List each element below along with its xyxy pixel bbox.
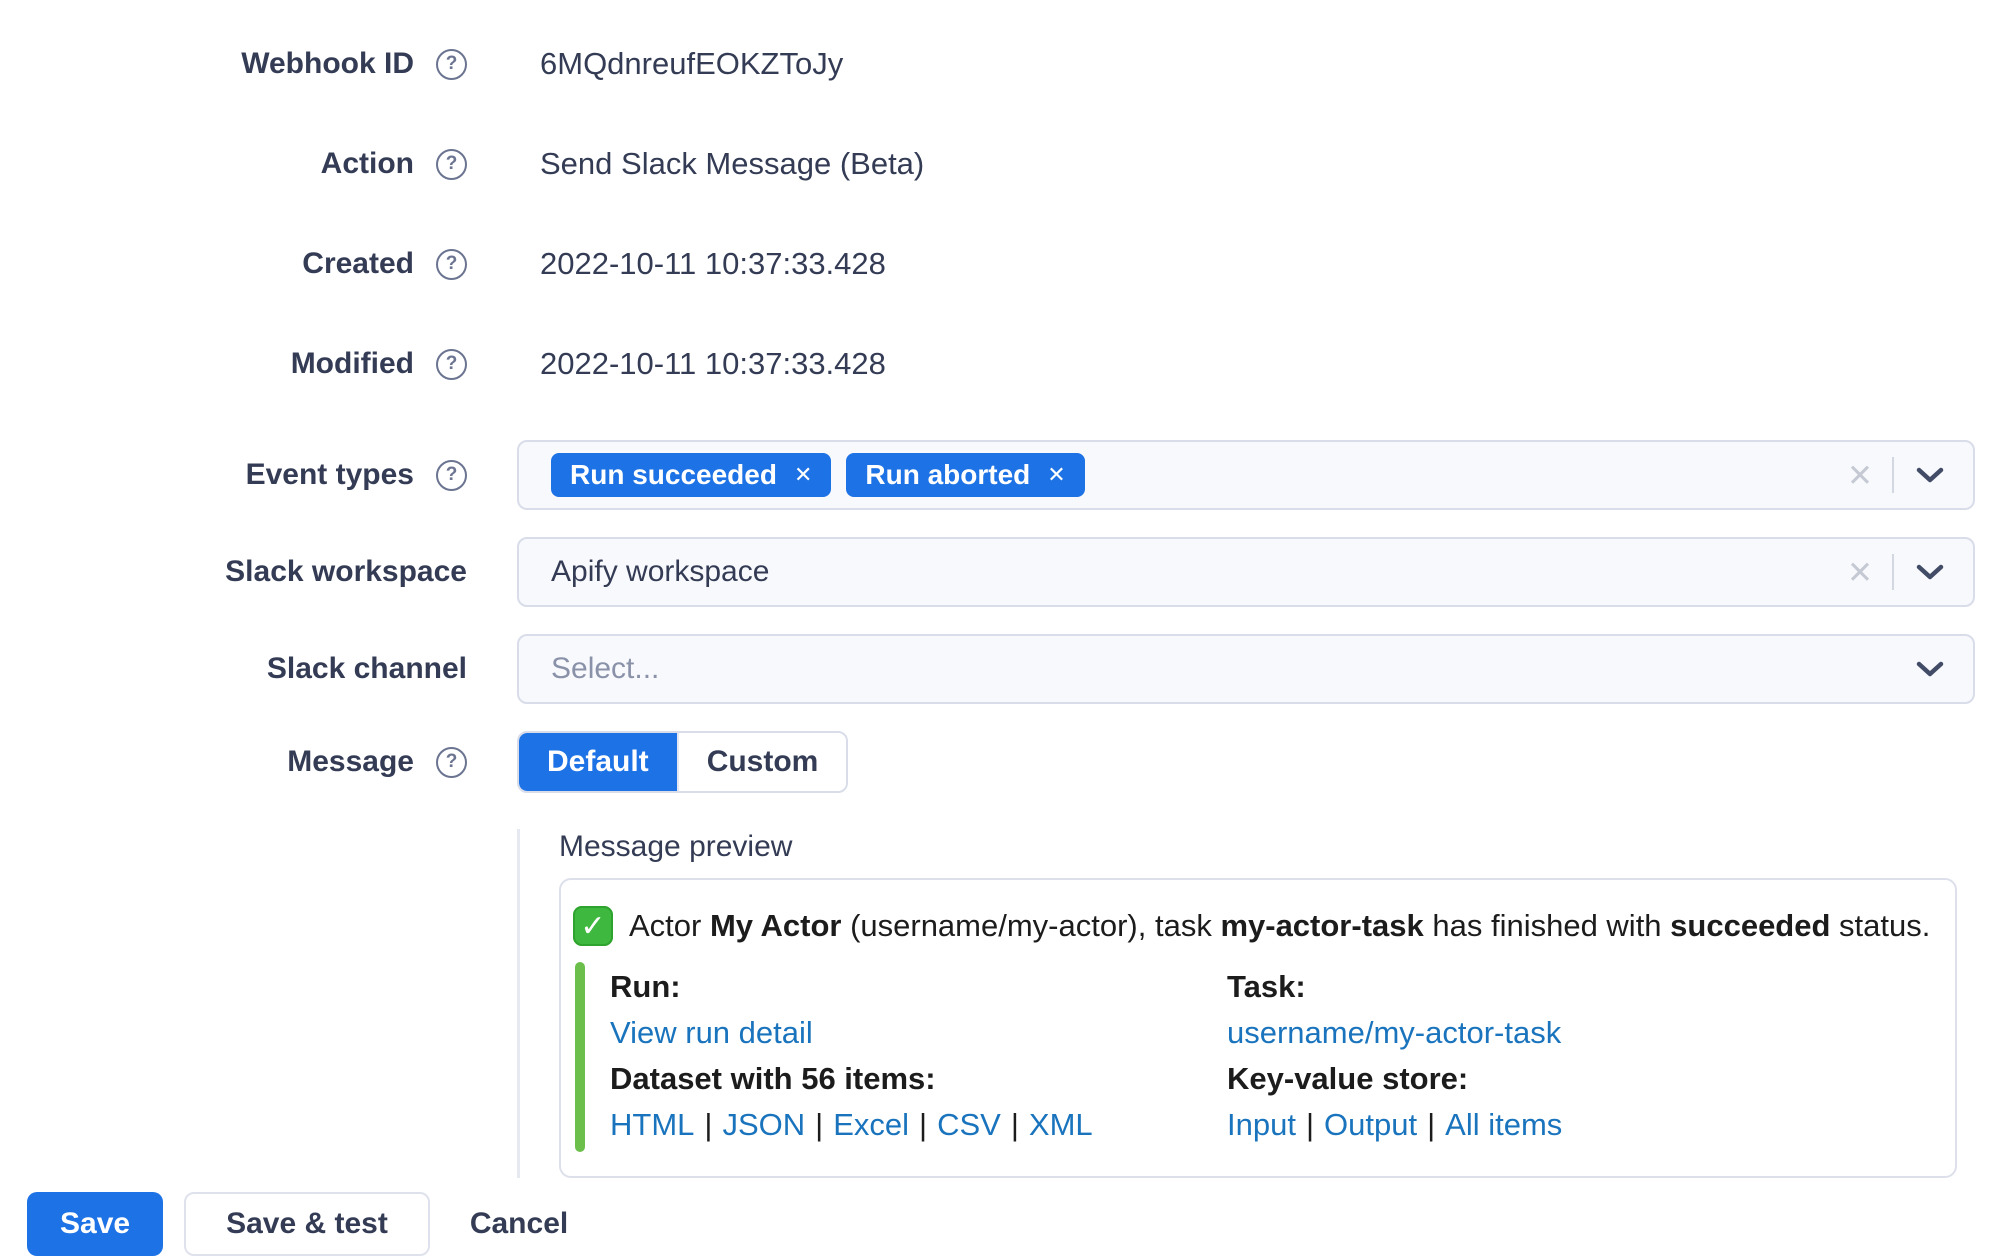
- slack-channel-select[interactable]: Select...: [517, 634, 1975, 704]
- link-separator: |: [919, 1107, 928, 1142]
- preview-task-column: Task: username/my-actor-task Key-value s…: [1227, 964, 1562, 1148]
- slack-workspace-value: Apify workspace: [551, 555, 770, 588]
- view-run-detail-link[interactable]: View run detail: [610, 1015, 813, 1050]
- help-icon[interactable]: ?: [436, 459, 467, 491]
- slack-workspace-row: Slack workspace Apify workspace ✕: [0, 537, 2000, 607]
- task-heading: Task:: [1227, 969, 1306, 1004]
- dataset-xml-link[interactable]: XML: [1029, 1107, 1093, 1142]
- event-types-select[interactable]: Run succeeded ✕ Run aborted ✕ ✕: [517, 440, 1975, 510]
- task-detail-link[interactable]: username/my-actor-task: [1227, 1015, 1561, 1050]
- event-types-label: Event types: [245, 458, 414, 491]
- actor-name: My Actor: [709, 908, 842, 943]
- preview-run-column: Run: View run detail Dataset with 56 ite…: [610, 964, 1227, 1148]
- run-heading: Run:: [610, 969, 681, 1004]
- slack-channel-label: Slack channel: [266, 652, 467, 685]
- task-name: my-actor-task: [1220, 908, 1424, 943]
- event-type-tag: Run aborted ✕: [846, 453, 1085, 497]
- webhook-form: Webhook ID ? 6MQdnreufEOKZToJy Action ? …: [0, 0, 2000, 1178]
- form-actions: Save Save & test Cancel: [0, 1192, 2000, 1256]
- kv-output-link[interactable]: Output: [1324, 1107, 1417, 1142]
- success-checkmark-icon: ✓: [573, 906, 613, 946]
- preview-headline-text: Actor My Actor (username/my-actor), task…: [629, 908, 1931, 943]
- help-icon[interactable]: ?: [436, 348, 467, 380]
- action-label: Action: [320, 147, 414, 180]
- cancel-button[interactable]: Cancel: [470, 1192, 568, 1256]
- event-type-tag: Run succeeded ✕: [551, 453, 832, 497]
- created-label: Created: [302, 247, 414, 280]
- dataset-excel-link[interactable]: Excel: [833, 1107, 909, 1142]
- toggle-option-custom[interactable]: Custom: [676, 733, 847, 791]
- message-mode-toggle: Default Custom: [517, 731, 849, 793]
- webhook-id-label: Webhook ID: [241, 47, 414, 80]
- help-icon[interactable]: ?: [436, 746, 467, 778]
- dataset-heading: Dataset with 56 items:: [610, 1061, 936, 1096]
- help-icon[interactable]: ?: [436, 48, 467, 80]
- preview-headline: ✓ Actor My Actor (username/my-actor), ta…: [573, 906, 1931, 946]
- select-divider: [1892, 554, 1894, 590]
- message-preview-box: ✓ Actor My Actor (username/my-actor), ta…: [559, 878, 1957, 1178]
- webhook-id-row: Webhook ID ? 6MQdnreufEOKZToJy: [0, 40, 2000, 88]
- dataset-csv-link[interactable]: CSV: [937, 1107, 1001, 1142]
- help-icon[interactable]: ?: [436, 248, 467, 280]
- created-value: 2022-10-11 10:37:33.428: [540, 246, 886, 281]
- remove-tag-icon[interactable]: ✕: [1047, 464, 1065, 486]
- run-status: succeeded: [1670, 908, 1831, 943]
- event-types-row: Event types ? Run succeeded ✕ Run aborte…: [0, 440, 2000, 510]
- kv-input-link[interactable]: Input: [1227, 1107, 1296, 1142]
- created-row: Created ? 2022-10-11 10:37:33.428: [0, 240, 2000, 288]
- link-separator: |: [704, 1107, 713, 1142]
- kv-store-links: Input | Output | All items: [1227, 1102, 1562, 1148]
- select-divider: [1892, 457, 1894, 493]
- webhook-detail-form: Webhook ID ? 6MQdnreufEOKZToJy Action ? …: [0, 0, 2000, 1260]
- attachment-color-bar: [575, 962, 585, 1152]
- slack-channel-row: Slack channel Select...: [0, 634, 2000, 704]
- dataset-links: HTML | JSON | Excel | CSV | XML: [610, 1102, 1227, 1148]
- slack-workspace-select[interactable]: Apify workspace ✕: [517, 537, 1975, 607]
- chevron-down-icon[interactable]: [1913, 657, 1947, 681]
- slack-channel-placeholder: Select...: [551, 652, 660, 685]
- modified-row: Modified ? 2022-10-11 10:37:33.428: [0, 340, 2000, 388]
- toggle-option-default[interactable]: Default: [519, 733, 677, 791]
- save-button[interactable]: Save: [27, 1192, 164, 1256]
- link-separator: |: [1427, 1107, 1436, 1142]
- message-preview-title: Message preview: [559, 830, 793, 863]
- message-label: Message: [287, 745, 414, 778]
- remove-tag-icon[interactable]: ✕: [794, 464, 812, 486]
- slack-workspace-label: Slack workspace: [225, 555, 467, 588]
- link-separator: |: [1305, 1107, 1315, 1142]
- action-value: Send Slack Message (Beta): [540, 146, 925, 181]
- tag-label: Run succeeded: [570, 459, 777, 490]
- message-preview-section-row: Message preview ✓ Actor My Actor (userna…: [0, 829, 2000, 1178]
- link-separator: |: [1010, 1107, 1019, 1142]
- save-and-test-button[interactable]: Save & test: [184, 1192, 430, 1256]
- chevron-down-icon[interactable]: [1913, 560, 1947, 584]
- clear-select-icon[interactable]: ✕: [1847, 460, 1873, 491]
- dataset-json-link[interactable]: JSON: [722, 1107, 805, 1142]
- link-separator: |: [815, 1107, 824, 1142]
- message-preview-section: Message preview ✓ Actor My Actor (userna…: [517, 829, 1975, 1178]
- tag-label: Run aborted: [865, 459, 1031, 490]
- kv-store-heading: Key-value store:: [1227, 1061, 1469, 1096]
- dataset-html-link[interactable]: HTML: [610, 1107, 694, 1142]
- webhook-id-value: 6MQdnreufEOKZToJy: [540, 46, 844, 81]
- chevron-down-icon[interactable]: [1913, 463, 1947, 487]
- kv-all-items-link[interactable]: All items: [1445, 1107, 1562, 1142]
- preview-attachment: Run: View run detail Dataset with 56 ite…: [575, 962, 1931, 1152]
- modified-value: 2022-10-11 10:37:33.428: [540, 346, 886, 381]
- message-row: Message ? Default Custom: [0, 731, 2000, 793]
- clear-select-icon[interactable]: ✕: [1847, 557, 1873, 588]
- help-icon[interactable]: ?: [436, 148, 467, 180]
- action-row: Action ? Send Slack Message (Beta): [0, 140, 2000, 188]
- modified-label: Modified: [290, 347, 414, 380]
